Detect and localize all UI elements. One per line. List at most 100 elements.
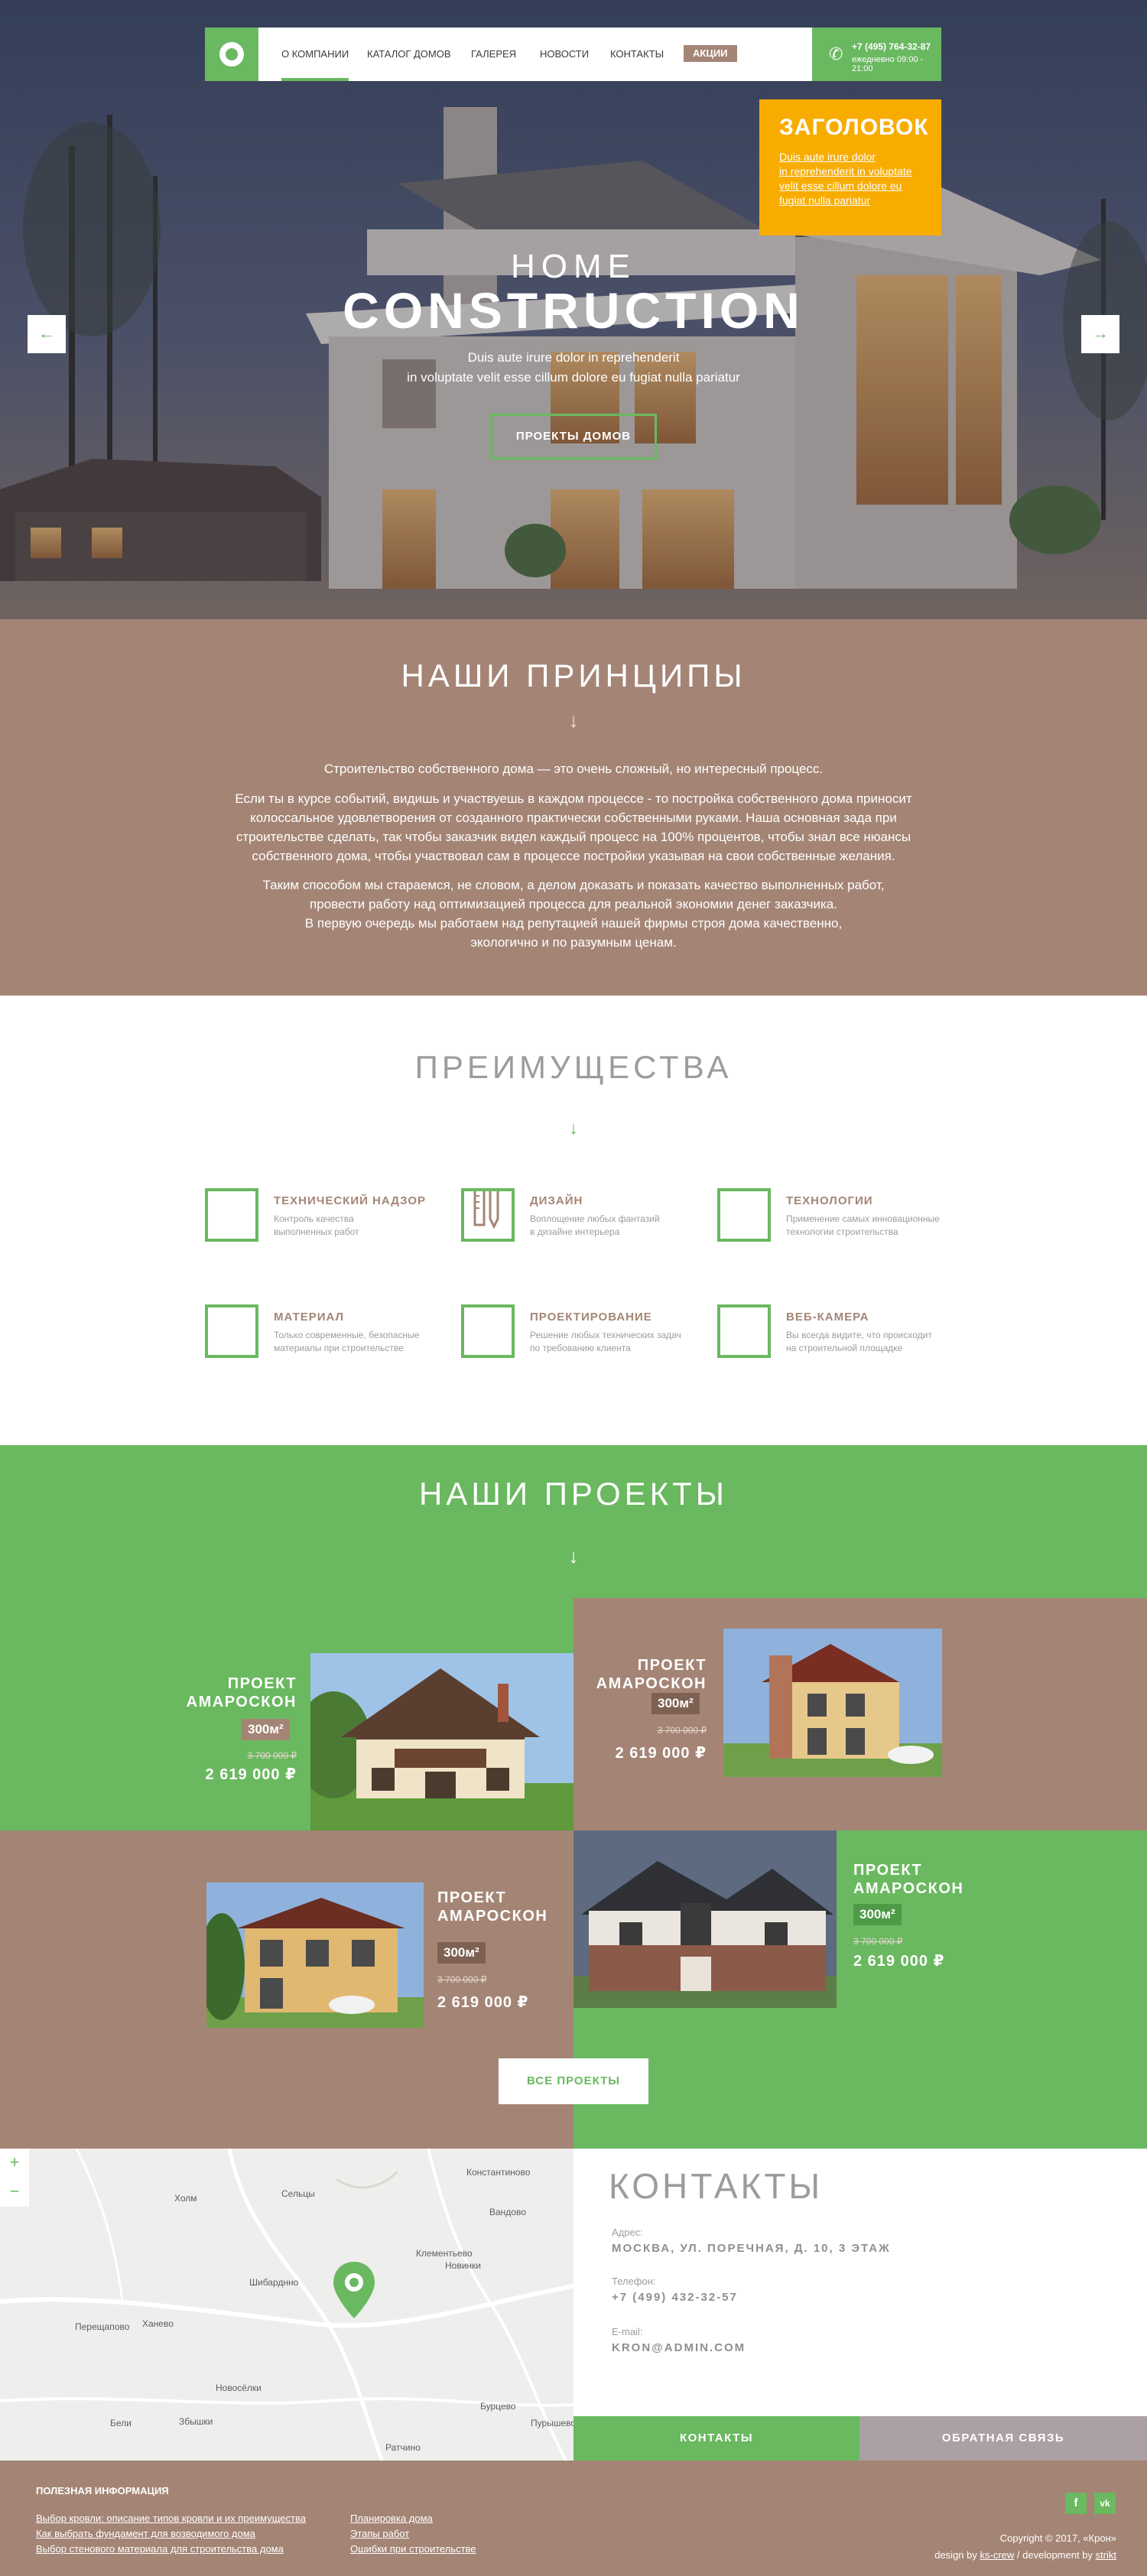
- project-title-line: ПРОЕКТ: [437, 1889, 507, 1906]
- advantage-item: ВЕБ-КАМЕРА Вы всегда видите, что происхо…: [717, 1304, 962, 1366]
- developer-link[interactable]: strikt: [1096, 2549, 1116, 2561]
- project-title-line: АМАРОСКОН: [596, 1675, 707, 1692]
- advantage-title: МАТЕРИАЛ: [274, 1311, 345, 1324]
- map-zoom-in-button[interactable]: +: [0, 2149, 29, 2178]
- map-place-label: Ратчино: [385, 2442, 421, 2453]
- feedback-button[interactable]: ОБРАТНАЯ СВЯЗЬ: [859, 2416, 1147, 2461]
- advantage-item: ТЕХНИЧЕСКИЙ НАДЗОР Контроль качества выпо…: [205, 1188, 450, 1249]
- footer-link[interactable]: Ошибки при строительстве: [350, 2543, 476, 2555]
- house-projects-button[interactable]: ПРОЕКТЫ ДОМОВ: [490, 414, 657, 460]
- paragraph-line: Таким способом мы стараемся, не словом, …: [262, 878, 885, 892]
- ruler-pencil-icon: [461, 1184, 515, 1242]
- ruler-pencil-glyph: [473, 1184, 499, 1230]
- advantages-title: ПРЕИМУЩЕСТВА: [414, 1049, 733, 1085]
- project-area-badge: 300м²: [242, 1719, 290, 1740]
- nav-menu: О КОМПАНИИ КАТАЛОГ ДОМОВ ГАЛЕРЕЯ НОВОСТИ…: [258, 28, 812, 81]
- project-title-line: АМАРОСКОН: [437, 1908, 548, 1925]
- advantage-desc: Воплощение любых фантазий в дизайне интер…: [530, 1213, 713, 1239]
- map[interactable]: Константиново Холм Сельцы Вандово Клемен…: [0, 2149, 574, 2461]
- footer-link[interactable]: Этапы работ: [350, 2528, 409, 2539]
- desc-line: Контроль качества: [274, 1213, 354, 1224]
- map-place-label: Перещапово: [75, 2321, 130, 2332]
- address-label: Адрес:: [612, 2227, 643, 2238]
- project-price: 2 619 000 ₽: [437, 1994, 529, 2011]
- map-place-label: Ханево: [142, 2318, 174, 2329]
- promo-box-link[interactable]: Duis aute irure dolor in reprehenderit i…: [779, 150, 921, 208]
- project-title-line: АМАРОСКОН: [186, 1694, 297, 1710]
- paragraph-line: Если ты в курсе событий, видишь и участв…: [235, 791, 912, 806]
- map-place-label: Константиново: [466, 2167, 531, 2178]
- project-old-price: 3 700 000 ₽: [247, 1750, 297, 1761]
- designer-link[interactable]: ks-crew: [980, 2549, 1015, 2561]
- phone-value[interactable]: +7 (499) 432-32-57: [612, 2291, 738, 2304]
- map-place-label: Вандово: [489, 2207, 526, 2217]
- paragraph-line: экологично и по разумным ценам.: [470, 935, 677, 950]
- principles-paragraph-1: Если ты в курсе событий, видишь и участв…: [191, 789, 956, 866]
- project-area-badge: 300м²: [437, 1942, 486, 1964]
- address-value: МОСКВА, УЛ. ПОРЕЧНАЯ, Д. 10, 3 ЭТАЖ: [612, 2242, 891, 2255]
- navbar: О КОМПАНИИ КАТАЛОГ ДОМОВ ГАЛЕРЕЯ НОВОСТИ…: [205, 28, 941, 81]
- credit-text: / development by: [1016, 2549, 1093, 2561]
- nav-item-gallery[interactable]: ГАЛЕРЕЯ: [471, 48, 516, 60]
- nav-active-indicator: [281, 78, 349, 81]
- slider-next-button[interactable]: →: [1081, 315, 1119, 353]
- email-label: E-mail:: [612, 2326, 643, 2337]
- project-old-price: 3 700 000 ₽: [657, 1725, 707, 1736]
- desc-line: Только современные, безопасные: [274, 1330, 420, 1340]
- desc-line: в дизайне интерьера: [530, 1226, 620, 1237]
- footer-link[interactable]: Выбор кровли: описание типов кровли и их…: [36, 2513, 306, 2524]
- map-place-label: Збышки: [179, 2416, 213, 2427]
- contacts-button[interactable]: КОНТАКТЫ: [574, 2416, 859, 2461]
- project-image[interactable]: [574, 1830, 837, 2008]
- nav-item-about[interactable]: О КОМПАНИИ: [281, 48, 349, 60]
- hero-title-line1: HOME: [511, 248, 636, 285]
- principles-title: НАШИ ПРИНЦИПЫ: [401, 658, 746, 694]
- principles-section: НАШИ ПРИНЦИПЫ ↓ Строительство собственно…: [0, 619, 1147, 996]
- footer-link[interactable]: Как выбрать фундамент для возводимого до…: [36, 2528, 255, 2539]
- logo[interactable]: [205, 28, 258, 81]
- promo-box: ЗАГОЛОВОК Duis aute irure dolor in repre…: [759, 99, 941, 236]
- nav-item-catalog[interactable]: КАТАЛОГ ДОМОВ: [367, 48, 451, 60]
- map-place-label: Бели: [110, 2418, 132, 2428]
- footer-link[interactable]: Выбор стенового материала для строительс…: [36, 2543, 284, 2555]
- facebook-icon[interactable]: f: [1065, 2493, 1087, 2514]
- vk-icon[interactable]: vk: [1094, 2493, 1116, 2514]
- map-place-label: Пурышево: [531, 2418, 574, 2428]
- all-projects-button[interactable]: ВСЕ ПРОЕКТЫ: [499, 2058, 648, 2104]
- project-old-price: 3 700 000 ₽: [437, 1974, 487, 1985]
- paragraph-line: провести работу над оптимизацией процесс…: [310, 897, 837, 911]
- map-pin-icon[interactable]: [332, 2260, 376, 2320]
- project-image[interactable]: [206, 1882, 424, 2028]
- paragraph-line: колоссальное удовлетворения от созданног…: [250, 810, 897, 825]
- desc-line: Применение самых инновационные: [786, 1213, 940, 1224]
- contacts-title: КОНТАКТЫ: [609, 2166, 824, 2206]
- promo-line: velit esse cillum dolore eu: [779, 180, 902, 192]
- advantage-title: ДИЗАЙН: [530, 1194, 583, 1207]
- map-place-label: Клементьево: [416, 2248, 473, 2259]
- nav-phone-block[interactable]: ✆ +7 (495) 764-32-87 ежедневно 09:00 - 2…: [812, 28, 941, 81]
- slider-prev-button[interactable]: ←: [28, 315, 66, 353]
- footer: ПОЛЕЗНАЯ ИНФОРМАЦИЯ Выбор кровли: описан…: [0, 2461, 1147, 2576]
- copyright: Copyright © 2017, «Крон»: [999, 2532, 1116, 2544]
- project-image[interactable]: [310, 1653, 574, 1830]
- project-image[interactable]: [723, 1629, 942, 1777]
- email-value[interactable]: KRON@ADMIN.COM: [612, 2341, 746, 2354]
- map-zoom-out-button[interactable]: −: [0, 2178, 29, 2207]
- map-place-label: Сельцы: [281, 2188, 315, 2199]
- advantage-desc: Контроль качества выполненных работ: [274, 1213, 457, 1239]
- project-title: ПРОЕКТ АМАРОСКОН: [589, 1656, 707, 1693]
- desc-line: технологии строительства: [786, 1226, 898, 1237]
- project-area-badge: 300м²: [651, 1693, 700, 1714]
- nav-item-promo[interactable]: АКЦИИ: [684, 45, 737, 62]
- advantages-section: ПРЕИМУЩЕСТВА ↓ ТЕХНИЧЕСКИЙ НАДЗОР Контро…: [0, 996, 1147, 1445]
- nav-item-news[interactable]: НОВОСТИ: [540, 48, 589, 60]
- advantage-item: ДИЗАЙН Воплощение любых фантазий в дизайн…: [461, 1184, 706, 1249]
- footer-link[interactable]: Планировка дома: [350, 2513, 433, 2524]
- map-place-label: Шибарднно: [249, 2277, 299, 2288]
- nav-item-contacts[interactable]: КОНТАКТЫ: [610, 48, 664, 60]
- project-house-image: [574, 1830, 837, 2008]
- advantage-desc: Вы всегда видите, что происходит на строи…: [786, 1329, 970, 1355]
- promo-line: in reprehenderit in voluptate: [779, 165, 912, 177]
- credit-text: design by: [934, 2549, 977, 2561]
- map-place-label: Новинки: [445, 2260, 481, 2271]
